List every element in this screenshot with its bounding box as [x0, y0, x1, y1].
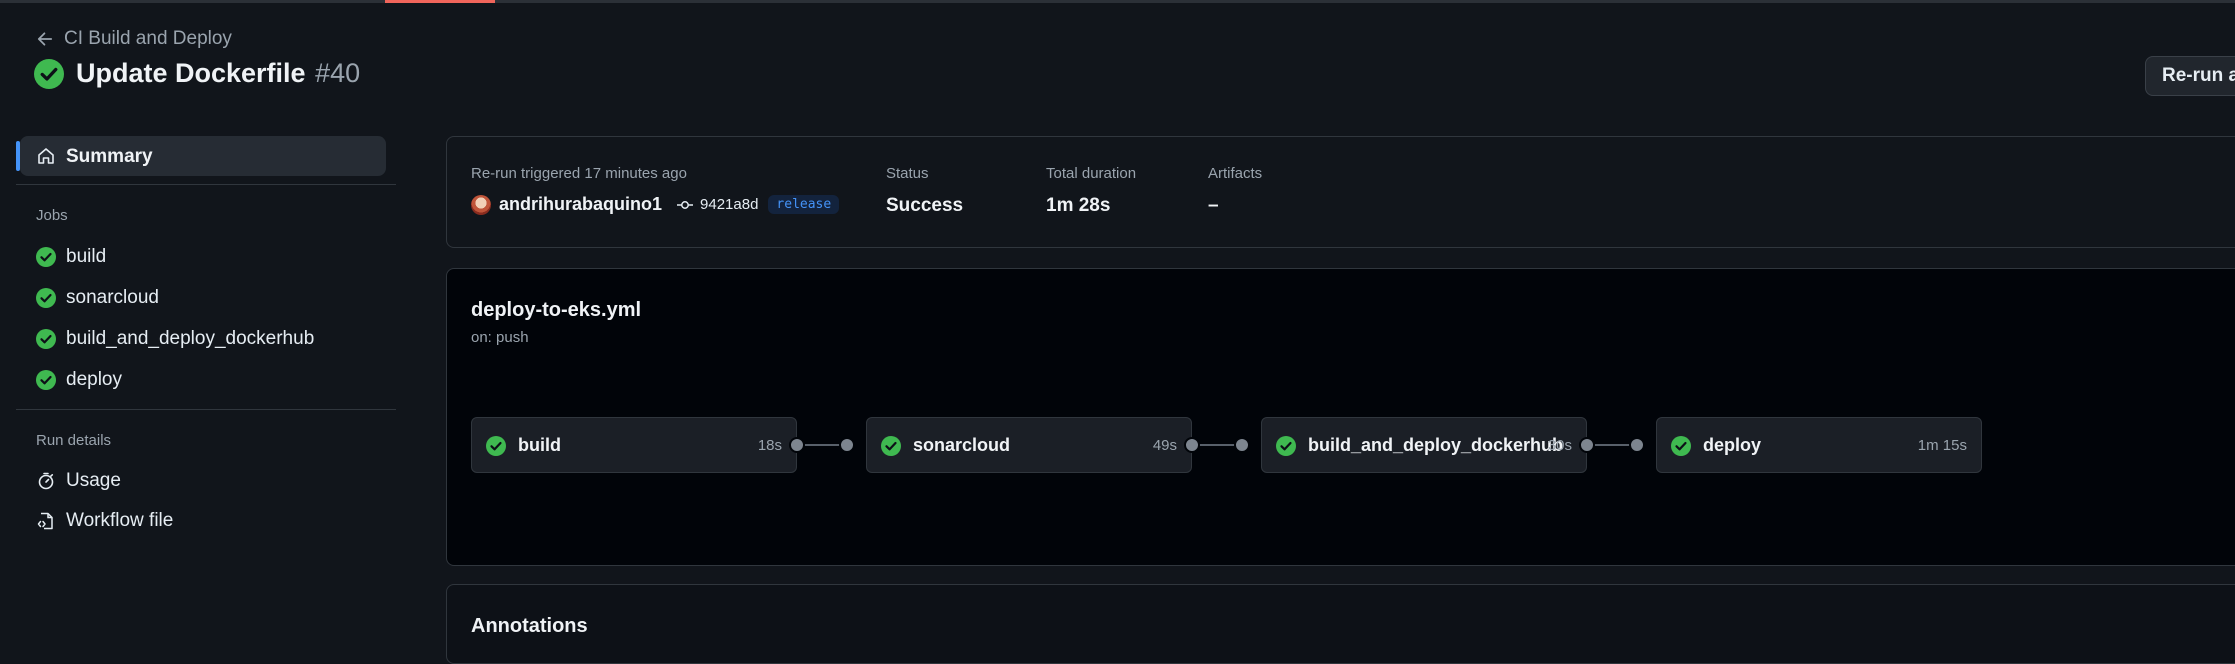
git-commit-icon — [677, 200, 694, 209]
top-progress-line — [0, 0, 2235, 3]
graph-connector-dot — [1629, 437, 1645, 453]
sidebar-divider — [16, 409, 396, 410]
success-check-icon — [486, 436, 506, 456]
branch-badge[interactable]: release — [768, 195, 840, 214]
sidebar-divider — [16, 184, 396, 185]
graph-job-sonarcloud[interactable]: sonarcloud 49s — [866, 417, 1192, 473]
actor-name[interactable]: andrihurabaquino1 — [499, 194, 662, 215]
success-check-icon — [36, 370, 56, 390]
sidebar-job-label: build_and_deploy_dockerhub — [66, 328, 315, 349]
page-title: Update Dockerfile #40 — [34, 58, 360, 89]
run-summary-card: Re-run triggered 17 minutes ago andrihur… — [446, 136, 2235, 248]
graph-connector-dot — [1184, 437, 1200, 453]
duration-value: 1m 28s — [1046, 195, 1111, 216]
annotations-card: Annotations — [446, 584, 2235, 664]
workflow-trigger: on: push — [471, 329, 529, 346]
back-link-label: CI Build and Deploy — [64, 28, 232, 49]
graph-connector-dot — [789, 437, 805, 453]
artifacts-label: Artifacts — [1208, 165, 1263, 182]
sidebar-item-label: Usage — [66, 470, 121, 491]
rerun-all-jobs-button[interactable]: Re-run all jobs — [2145, 56, 2235, 96]
run-actor-row: andrihurabaquino1 9421a8d release — [471, 194, 840, 215]
jobs-heading: Jobs — [36, 207, 68, 224]
artifacts-value: – — [1208, 195, 1219, 216]
sidebar-item-workflow-file[interactable]: Workflow file — [36, 510, 173, 532]
sidebar-job-build-and-deploy-dockerhub[interactable]: build_and_deploy_dockerhub — [36, 326, 314, 352]
sidebar-job-build[interactable]: build — [36, 244, 106, 270]
sidebar-job-label: build — [66, 246, 107, 267]
workflow-file-name[interactable]: deploy-to-eks.yml — [471, 299, 641, 322]
graph-job-duration: 1m 15s — [1917, 437, 1967, 454]
commit-sha: 9421a8d — [700, 196, 759, 213]
top-progress-accent — [385, 0, 495, 3]
back-to-workflow-link[interactable]: CI Build and Deploy — [36, 28, 232, 50]
arrow-left-icon — [37, 32, 53, 46]
success-check-icon — [34, 58, 64, 89]
stopwatch-icon — [38, 472, 54, 490]
home-icon — [38, 148, 54, 164]
success-check-icon — [1276, 436, 1296, 456]
graph-job-build-and-deploy-dockerhub[interactable]: build_and_deploy_dockerhub 30s — [1261, 417, 1587, 473]
sidebar-item-usage[interactable]: Usage — [36, 470, 121, 492]
success-check-icon — [36, 288, 56, 308]
status-value: Success — [886, 195, 964, 216]
graph-job-name: sonarcloud — [913, 435, 1011, 455]
sidebar-job-label: sonarcloud — [66, 287, 159, 308]
annotations-title: Annotations — [471, 615, 588, 637]
run-details-heading: Run details — [36, 432, 112, 449]
run-number: #40 — [315, 58, 361, 88]
active-indicator — [16, 141, 20, 171]
file-code-icon — [37, 512, 53, 530]
sidebar-job-label: deploy — [66, 369, 122, 390]
success-check-icon — [36, 329, 56, 349]
sidebar-item-label: Summary — [66, 146, 153, 167]
success-check-icon — [1671, 436, 1691, 456]
graph-job-duration: 49s — [1152, 437, 1177, 454]
workflow-graph-card: deploy-to-eks.yml on: push build 18s son… — [446, 268, 2235, 566]
graph-job-duration: 18s — [757, 437, 782, 454]
status-label: Status — [886, 165, 929, 182]
sidebar-item-summary[interactable]: Summary — [16, 136, 386, 176]
sidebar-job-sonarcloud[interactable]: sonarcloud — [36, 285, 159, 311]
graph-job-name: build — [518, 435, 561, 455]
success-check-icon — [881, 436, 901, 456]
avatar[interactable] — [471, 194, 491, 215]
graph-job-name: deploy — [1703, 435, 1762, 455]
sidebar-job-deploy[interactable]: deploy — [36, 367, 122, 393]
graph-job-name: build_and_deploy_dockerhub — [1308, 435, 1564, 455]
sidebar-item-label: Workflow file — [66, 510, 174, 531]
graph-connector-dot — [1579, 437, 1595, 453]
graph-job-duration: 30s — [1547, 437, 1572, 454]
success-check-icon — [36, 247, 56, 267]
commit-link[interactable]: 9421a8d — [676, 196, 758, 213]
duration-label: Total duration — [1046, 165, 1137, 182]
graph-job-deploy[interactable]: deploy 1m 15s — [1656, 417, 1982, 473]
graph-job-build[interactable]: build 18s — [471, 417, 797, 473]
run-title: Update Dockerfile #40 — [76, 58, 361, 88]
trigger-text: Re-run triggered 17 minutes ago — [471, 165, 687, 182]
graph-connector-dot — [839, 437, 855, 453]
graph-connector-dot — [1234, 437, 1250, 453]
